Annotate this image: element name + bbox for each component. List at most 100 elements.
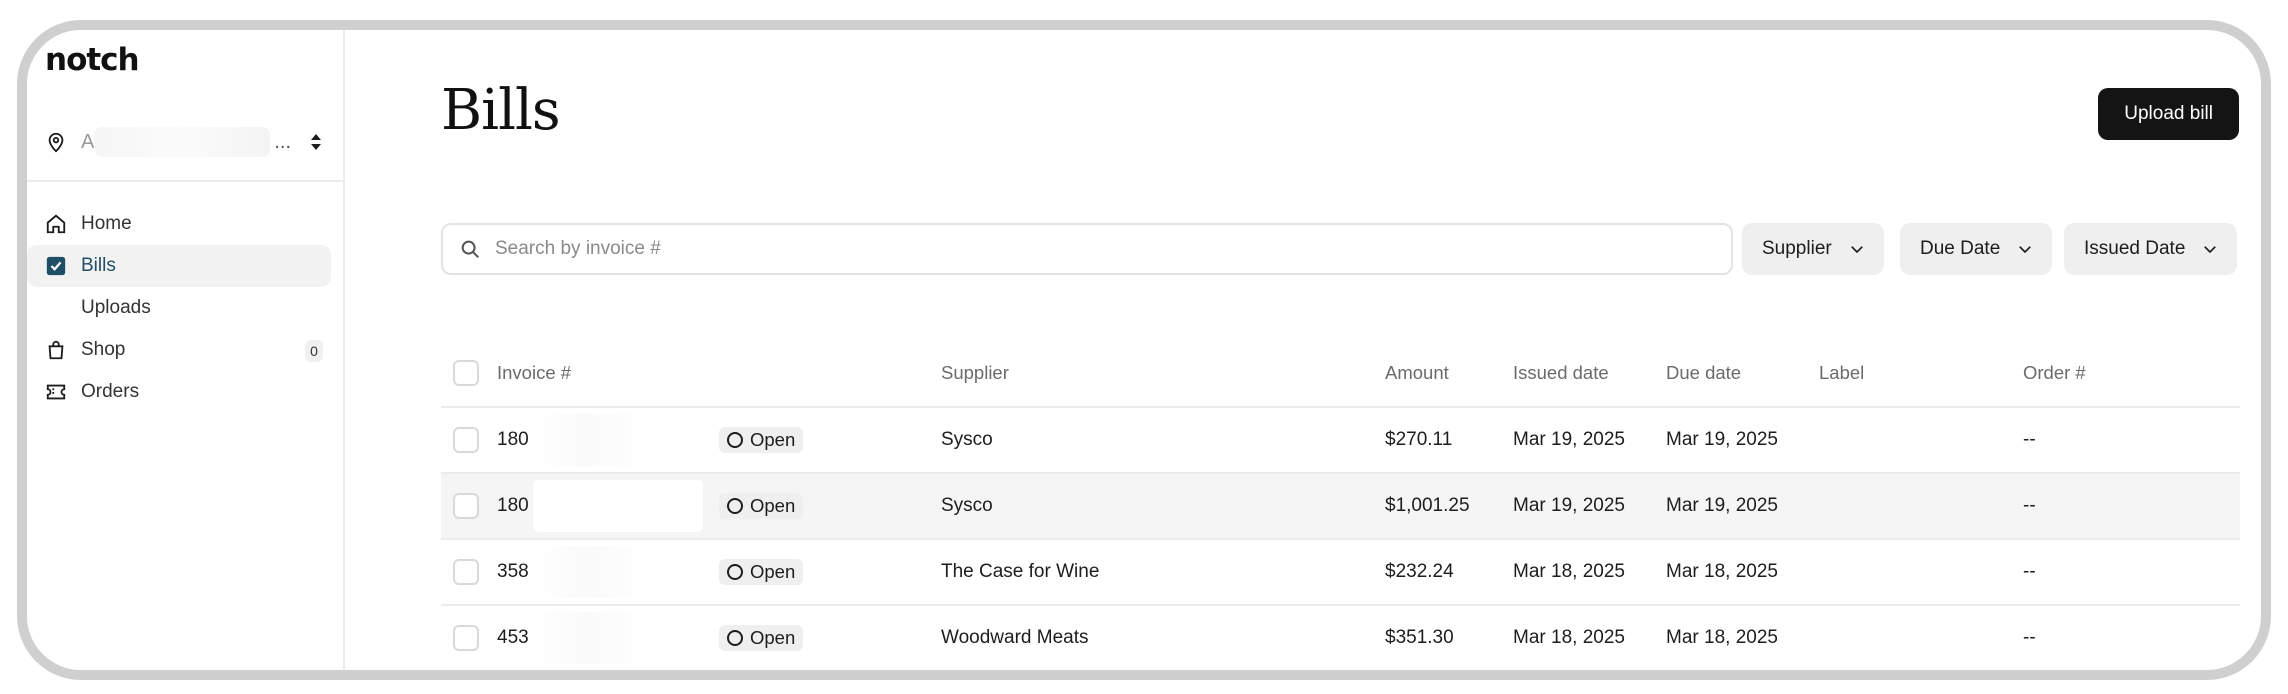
column-header-due-date[interactable]: Due date	[1666, 340, 1741, 406]
sidebar-item-bills[interactable]: Bills	[27, 245, 331, 287]
row-checkbox[interactable]	[453, 427, 479, 453]
notch-logo: notch	[45, 42, 140, 78]
bills-icon	[45, 255, 67, 277]
invoice-redacted	[532, 612, 703, 664]
column-header-amount[interactable]: Amount	[1385, 340, 1449, 406]
filter-label: Due Date	[1920, 238, 2001, 259]
column-header-label[interactable]: Label	[1819, 340, 1864, 406]
amount-cell: $1,001.25	[1385, 495, 1470, 516]
invoice-cell: 180	[497, 408, 703, 472]
row-checkbox[interactable]	[453, 493, 479, 519]
invoice-number: 358	[497, 561, 529, 582]
supplier-cell: Woodward Meats	[941, 627, 1089, 648]
issued-date-cell: Mar 18, 2025	[1513, 627, 1625, 648]
due-date-cell: Mar 19, 2025	[1666, 495, 1778, 516]
status-badge: Open	[719, 427, 804, 453]
supplier-cell: The Case for Wine	[941, 561, 1100, 582]
app-window: notch A ... Home Bills Uploads Shop 0 Or…	[17, 20, 2271, 680]
table-row[interactable]: 453 Open Woodward Meats $351.30 Mar 18, …	[441, 606, 2240, 670]
home-icon	[45, 213, 67, 235]
invoice-number: 453	[497, 627, 529, 648]
location-name-text: A	[81, 130, 95, 153]
due-date-filter[interactable]: Due Date	[1900, 223, 2053, 275]
issued-date-cell: Mar 19, 2025	[1513, 429, 1625, 450]
table-header: Invoice # Supplier Amount Issued date Du…	[441, 340, 2240, 408]
row-checkbox[interactable]	[453, 625, 479, 651]
sidebar-nav: Home Bills Uploads Shop 0 Orders	[27, 203, 345, 413]
issued-date-cell: Mar 19, 2025	[1513, 495, 1625, 516]
search-bar[interactable]	[441, 223, 1733, 275]
status-badge: Open	[719, 625, 804, 651]
page-title: Bills	[441, 78, 561, 143]
sidebar-item-label: Bills	[81, 255, 116, 276]
status-text: Open	[750, 561, 796, 582]
status-badge: Open	[719, 493, 804, 519]
shop-icon	[45, 339, 67, 361]
sidebar-item-label: Home	[81, 213, 132, 234]
amount-cell: $351.30	[1385, 627, 1454, 648]
sort-icon	[311, 134, 321, 150]
row-select-cell	[453, 606, 479, 670]
cart-count-badge: 0	[305, 340, 323, 362]
invoice-number: 180	[497, 429, 529, 450]
sidebar-item-uploads[interactable]: Uploads	[27, 287, 331, 329]
column-header-invoice[interactable]: Invoice #	[497, 340, 571, 406]
row-select-cell	[453, 540, 479, 604]
filter-label: Supplier	[1762, 238, 1832, 259]
invoice-redacted	[532, 480, 703, 532]
sidebar-item-home[interactable]: Home	[27, 203, 331, 245]
invoice-cell: 453	[497, 606, 703, 670]
table-row[interactable]: 180 Open Sysco $270.11 Mar 19, 2025 Mar …	[441, 408, 2240, 474]
status-cell: Open	[719, 606, 804, 670]
invoice-cell: 180	[497, 474, 703, 538]
select-all-checkbox[interactable]	[453, 360, 479, 386]
status-cell: Open	[719, 540, 804, 604]
supplier-cell: Sysco	[941, 495, 993, 516]
status-text: Open	[750, 429, 796, 450]
invoice-redacted	[532, 414, 703, 466]
supplier-filter[interactable]: Supplier	[1742, 223, 1884, 275]
select-all-cell	[453, 340, 479, 406]
issued-date-cell: Mar 18, 2025	[1513, 561, 1625, 582]
main-content: Bills Upload bill Supplier Due Date Issu…	[345, 30, 2261, 670]
chevron-down-icon	[2204, 246, 2217, 254]
due-date-cell: Mar 18, 2025	[1666, 627, 1778, 648]
sidebar-divider	[27, 180, 345, 182]
order-cell: --	[2023, 561, 2036, 582]
orders-icon	[45, 381, 67, 403]
invoice-cell: 358	[497, 540, 703, 604]
column-header-supplier[interactable]: Supplier	[941, 340, 1009, 406]
sidebar-item-shop[interactable]: Shop 0	[27, 329, 331, 371]
sidebar-item-orders[interactable]: Orders	[27, 371, 331, 413]
location-selector[interactable]: A ...	[45, 122, 335, 162]
sidebar-item-label: Shop	[81, 339, 126, 360]
upload-bill-button[interactable]: Upload bill	[2098, 88, 2239, 140]
location-name-ellipsis: ...	[274, 130, 292, 153]
status-cell: Open	[719, 408, 804, 472]
amount-cell: $270.11	[1385, 429, 1453, 450]
status-text: Open	[750, 627, 796, 648]
column-header-issued-date[interactable]: Issued date	[1513, 340, 1609, 406]
due-date-cell: Mar 18, 2025	[1666, 561, 1778, 582]
open-status-icon	[727, 498, 743, 514]
column-header-order[interactable]: Order #	[2023, 340, 2086, 406]
order-cell: --	[2023, 495, 2036, 516]
row-checkbox[interactable]	[453, 559, 479, 585]
table-row[interactable]: 358 Open The Case for Wine $232.24 Mar 1…	[441, 540, 2240, 606]
issued-date-filter[interactable]: Issued Date	[2064, 223, 2238, 275]
location-name-redacted	[94, 127, 271, 157]
open-status-icon	[727, 432, 743, 448]
sidebar: notch A ... Home Bills Uploads Shop 0 Or…	[27, 30, 345, 670]
due-date-cell: Mar 19, 2025	[1666, 429, 1778, 450]
search-icon	[461, 240, 479, 258]
search-input[interactable]	[495, 238, 1731, 260]
status-text: Open	[750, 495, 796, 516]
chevron-down-icon	[2019, 246, 2032, 254]
sidebar-item-label: Uploads	[81, 297, 151, 318]
table-row[interactable]: 180 Open Sysco $1,001.25 Mar 19, 2025 Ma…	[441, 474, 2240, 540]
order-cell: --	[2023, 429, 2036, 450]
invoice-number: 180	[497, 495, 529, 516]
status-badge: Open	[719, 559, 804, 585]
bills-table: Invoice # Supplier Amount Issued date Du…	[441, 340, 2240, 670]
open-status-icon	[727, 564, 743, 580]
